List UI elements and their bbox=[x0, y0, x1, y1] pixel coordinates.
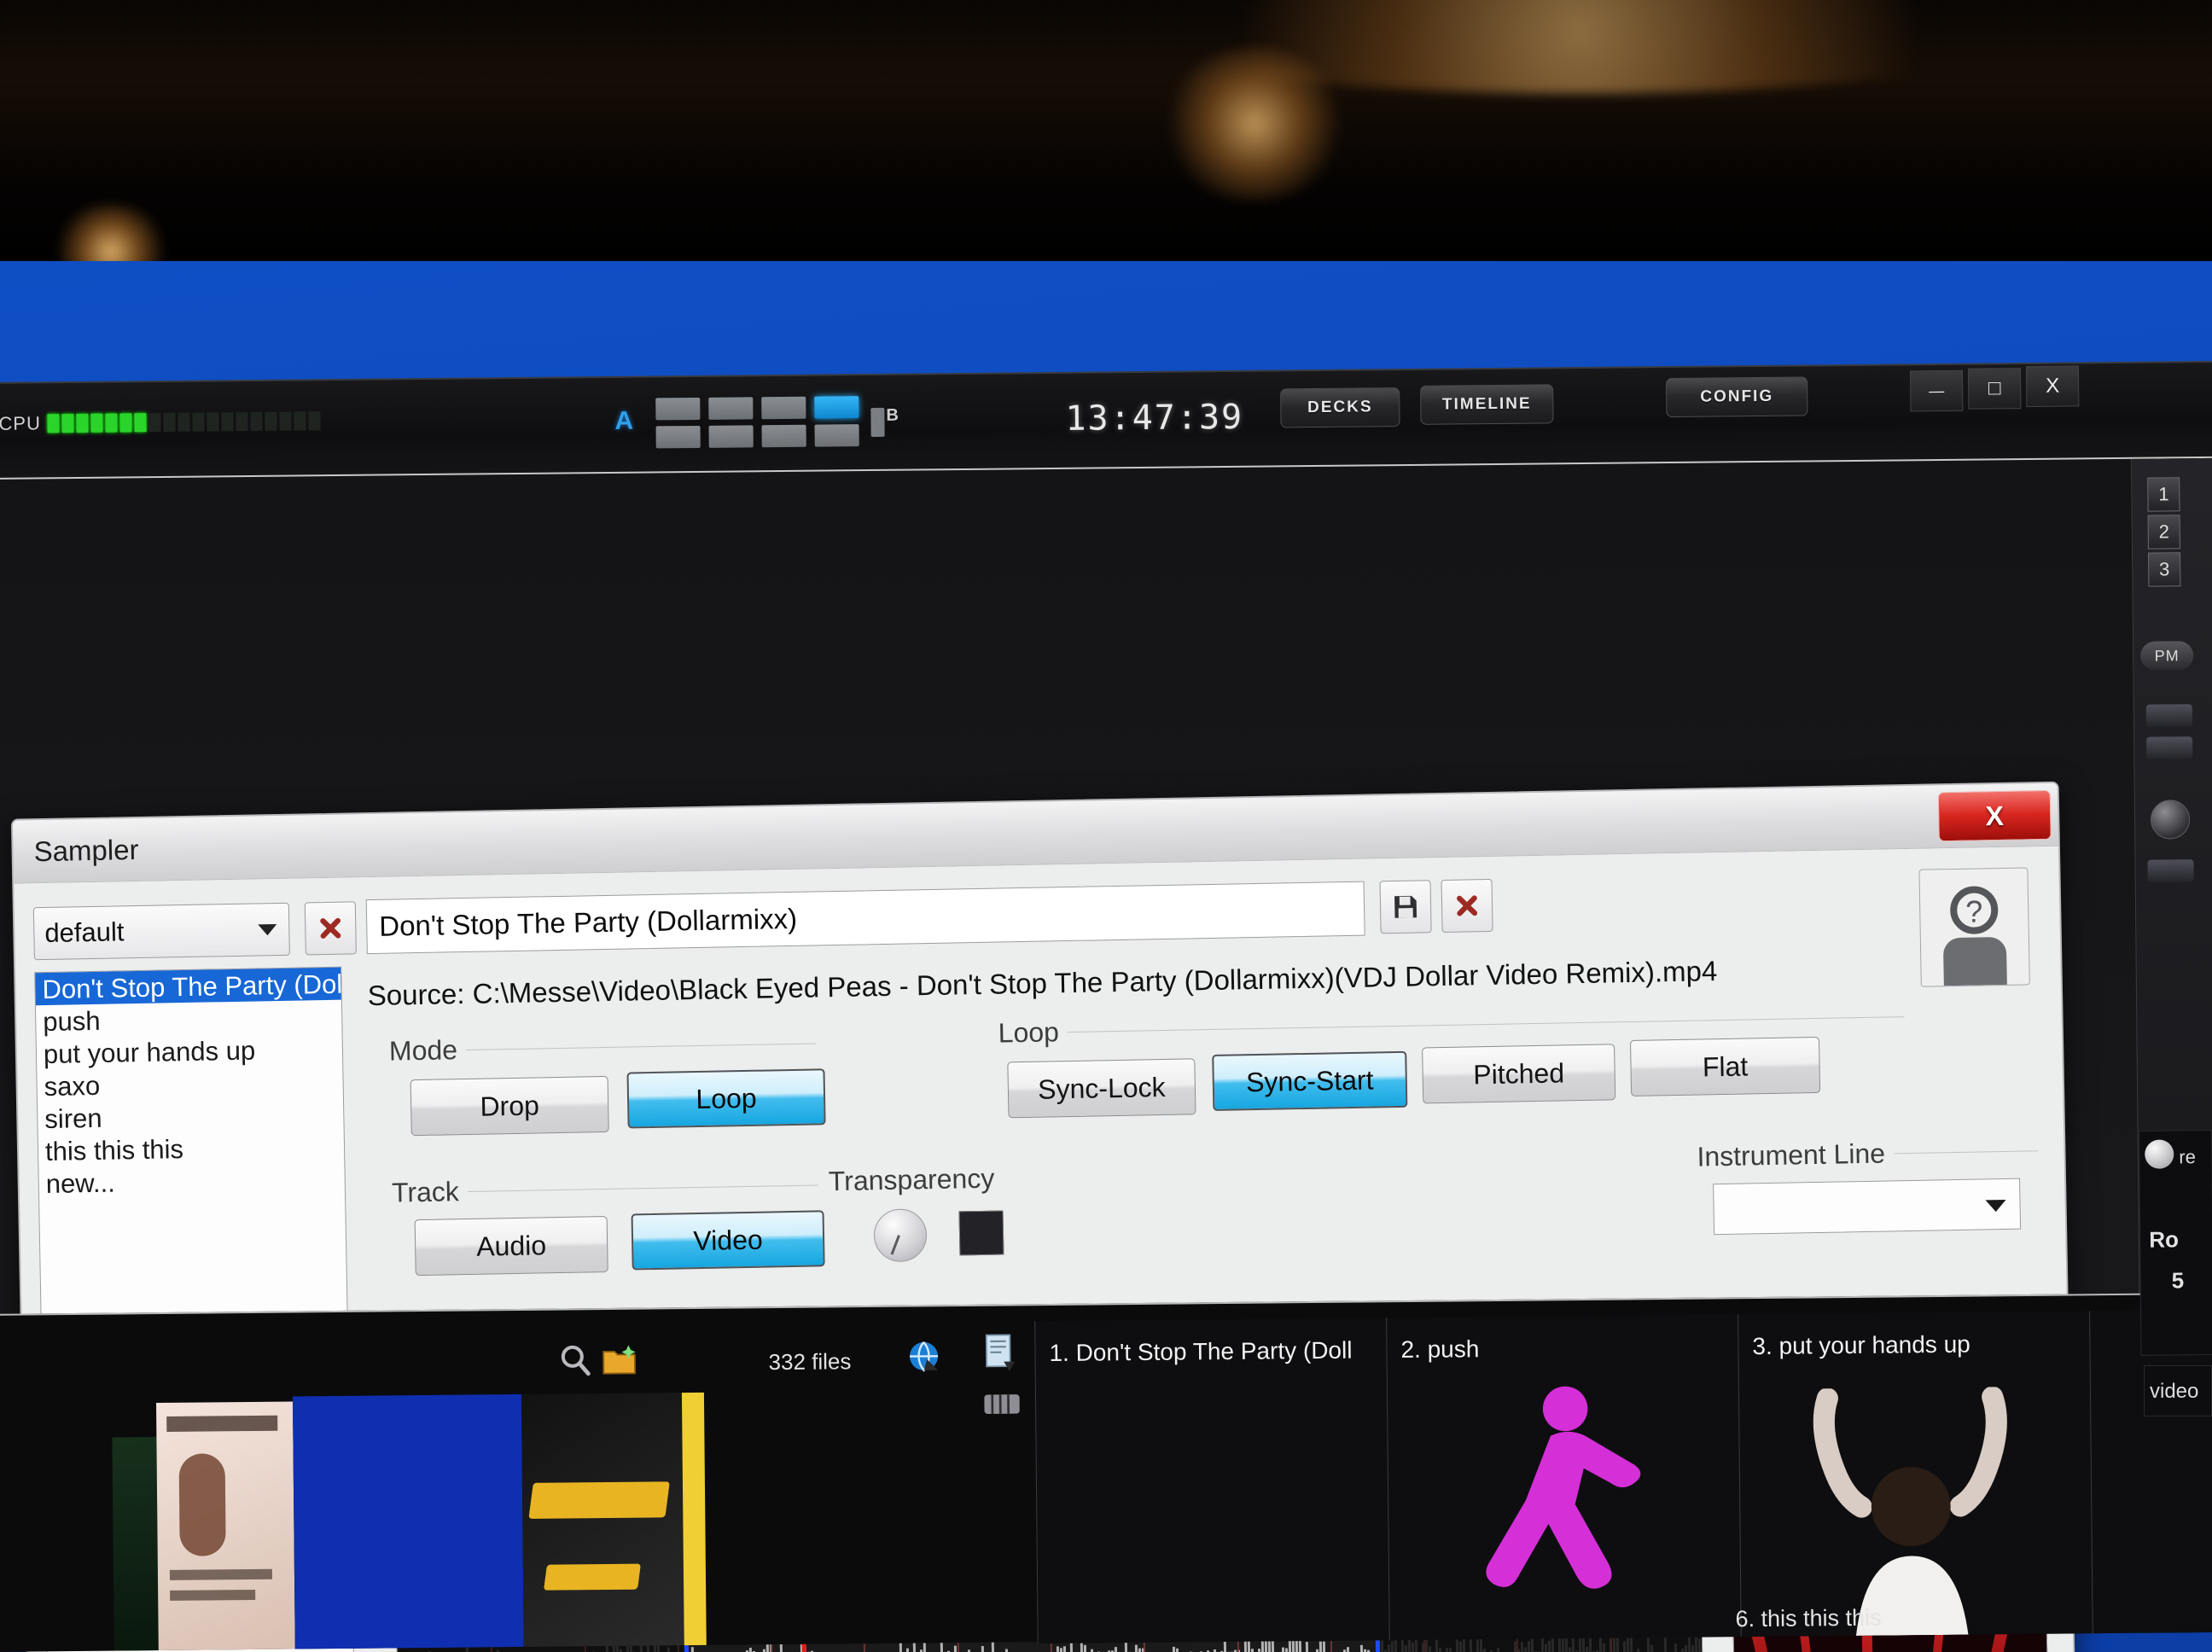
mode-drop-button[interactable]: Drop bbox=[410, 1075, 609, 1137]
save-sample-button[interactable] bbox=[1379, 880, 1432, 934]
rail-chip-a[interactable] bbox=[2145, 704, 2192, 727]
list-item[interactable]: put your hands up bbox=[37, 1032, 343, 1071]
rail-button-2[interactable]: 2 bbox=[2147, 515, 2180, 550]
screenshot-root: CPU A B 13:47:39 DECKS TIMELINE CONFIG — bbox=[0, 0, 2212, 1652]
file-count-label: 332 files bbox=[768, 1348, 852, 1376]
loop-flat-button[interactable]: Flat bbox=[1629, 1036, 1821, 1096]
rail-knob[interactable] bbox=[2150, 800, 2191, 840]
deck-a-label: A bbox=[614, 406, 634, 435]
bank-select[interactable]: default bbox=[32, 902, 290, 961]
sampler-close-button[interactable]: X bbox=[1937, 789, 2052, 842]
deck-a-pads[interactable] bbox=[655, 396, 859, 449]
red-x-icon bbox=[1457, 895, 1478, 916]
sample-name-input[interactable]: Don't Stop The Party (Dollarmixx) bbox=[365, 881, 1365, 955]
right-edge-panel[interactable]: re Ro 5 bbox=[2139, 1130, 2212, 1356]
decks-button[interactable]: DECKS bbox=[1280, 387, 1400, 428]
album-cover[interactable] bbox=[156, 1401, 295, 1651]
rail-pm-button[interactable]: PM bbox=[2140, 641, 2194, 671]
delete-sample-button[interactable] bbox=[1441, 878, 1493, 934]
mode-group-legend: Mode bbox=[388, 1034, 458, 1067]
list-item[interactable]: siren bbox=[38, 1097, 344, 1136]
globe-icon[interactable] bbox=[905, 1337, 942, 1375]
loop-group-legend: Loop bbox=[998, 1016, 1060, 1049]
sampler-title-text: Sampler bbox=[33, 833, 139, 868]
virtualdj-toolbar: CPU A B 13:47:39 DECKS TIMELINE CONFIG — bbox=[0, 362, 2212, 480]
hands-up-figure-icon bbox=[1790, 1386, 2032, 1637]
camera-dark-surround bbox=[0, 0, 2212, 265]
minimize-button[interactable]: — bbox=[1909, 369, 1964, 412]
sampler-slot-label: 1. Don't Stop The Party (Doll bbox=[1049, 1336, 1353, 1367]
transparency-knob[interactable] bbox=[873, 1208, 928, 1263]
browser-panel: 332 files 1. Don't Stop The Party (Doll … bbox=[0, 1292, 2212, 1652]
album-cover[interactable] bbox=[521, 1393, 684, 1647]
help-button[interactable]: ? bbox=[1918, 867, 2030, 987]
deck-b-label bbox=[870, 407, 885, 438]
rail-chip-b[interactable] bbox=[2146, 736, 2193, 759]
sampler-slot-label: 3. put your hands up bbox=[1752, 1330, 1970, 1360]
floppy-disk-icon bbox=[1394, 895, 1417, 918]
timeline-button[interactable]: TIMELINE bbox=[1420, 384, 1554, 425]
magnifier-icon[interactable] bbox=[556, 1342, 594, 1380]
sampler-slot-6[interactable] bbox=[2089, 1309, 2212, 1634]
transparency-color-swatch[interactable] bbox=[958, 1210, 1004, 1256]
chevron-down-icon bbox=[1985, 1199, 2006, 1213]
sampler-slot-1[interactable]: 1. Don't Stop The Party (Doll bbox=[1034, 1318, 1389, 1644]
edge-panel-line2: Ro bbox=[2149, 1226, 2180, 1253]
help-person-icon: ? bbox=[1943, 886, 2007, 986]
video-badge[interactable]: video bbox=[2144, 1365, 2212, 1416]
loop-sync-lock-button[interactable]: Sync-Lock bbox=[1007, 1058, 1196, 1119]
track-audio-button[interactable]: Audio bbox=[414, 1215, 608, 1277]
rail-button-1[interactable]: 1 bbox=[2147, 477, 2180, 512]
folder-icon[interactable] bbox=[599, 1342, 638, 1380]
chevron-down-icon bbox=[258, 924, 277, 936]
master-clock: 13:47:39 bbox=[1065, 397, 1244, 439]
rail-button-3[interactable]: 3 bbox=[2148, 552, 2181, 587]
sampler-slot-3[interactable]: 3. put your hands up bbox=[1738, 1311, 2093, 1637]
cpu-meter: CPU bbox=[0, 410, 322, 435]
edge-panel-line1: re bbox=[2179, 1146, 2196, 1168]
list-item[interactable]: this this this bbox=[38, 1130, 345, 1168]
list-item[interactable]: push bbox=[36, 1000, 342, 1038]
mode-loop-button[interactable]: Loop bbox=[626, 1068, 826, 1129]
instrument-line-select[interactable] bbox=[1713, 1178, 2022, 1236]
transparency-label: Transparency bbox=[828, 1162, 995, 1197]
album-cover[interactable] bbox=[681, 1392, 707, 1646]
track-video-button[interactable]: Video bbox=[631, 1210, 825, 1271]
red-x-icon bbox=[320, 917, 341, 939]
deck-b-letter: B bbox=[886, 405, 899, 425]
config-button[interactable]: CONFIG bbox=[1666, 376, 1808, 418]
edge-panel-line3: 5 bbox=[2171, 1267, 2185, 1294]
bank-delete-button[interactable] bbox=[304, 901, 357, 956]
album-cover[interactable] bbox=[292, 1393, 524, 1649]
album-cover[interactable] bbox=[112, 1437, 159, 1651]
close-button[interactable]: X bbox=[2025, 365, 2080, 408]
grid-icon[interactable] bbox=[982, 1391, 1022, 1416]
playlist-icon[interactable] bbox=[981, 1333, 1019, 1374]
maximize-button[interactable]: □ bbox=[1967, 368, 2022, 410]
record-indicator-icon bbox=[2145, 1139, 2174, 1169]
cpu-label: CPU bbox=[0, 412, 42, 434]
sampler-slot-6-label: 6. this this this bbox=[1735, 1604, 1882, 1632]
sampler-slot-label: 2. push bbox=[1400, 1335, 1480, 1364]
cpu-bar-graph bbox=[47, 411, 322, 433]
push-figure-icon bbox=[1481, 1380, 1663, 1637]
list-item[interactable]: Don't Stop The Party (Dolla bbox=[35, 967, 341, 1006]
rail-chip-c[interactable] bbox=[2147, 859, 2194, 882]
loop-pitched-button[interactable]: Pitched bbox=[1422, 1044, 1616, 1104]
video-badge-label: video bbox=[2150, 1380, 2199, 1403]
list-item[interactable]: saxo bbox=[37, 1065, 343, 1103]
loop-sync-start-button[interactable]: Sync-Start bbox=[1212, 1050, 1408, 1111]
source-path-label: Source: C:\Messe\Video\Black Eyed Peas -… bbox=[367, 955, 1718, 1012]
instrument-line-legend: Instrument Line bbox=[1697, 1137, 1886, 1172]
bank-select-value: default bbox=[44, 916, 125, 949]
list-item[interactable]: new... bbox=[38, 1162, 345, 1201]
svg-text:?: ? bbox=[1965, 893, 1983, 928]
sampler-slot-2[interactable]: 2. push bbox=[1386, 1314, 1741, 1641]
track-group-legend: Track bbox=[391, 1176, 460, 1208]
